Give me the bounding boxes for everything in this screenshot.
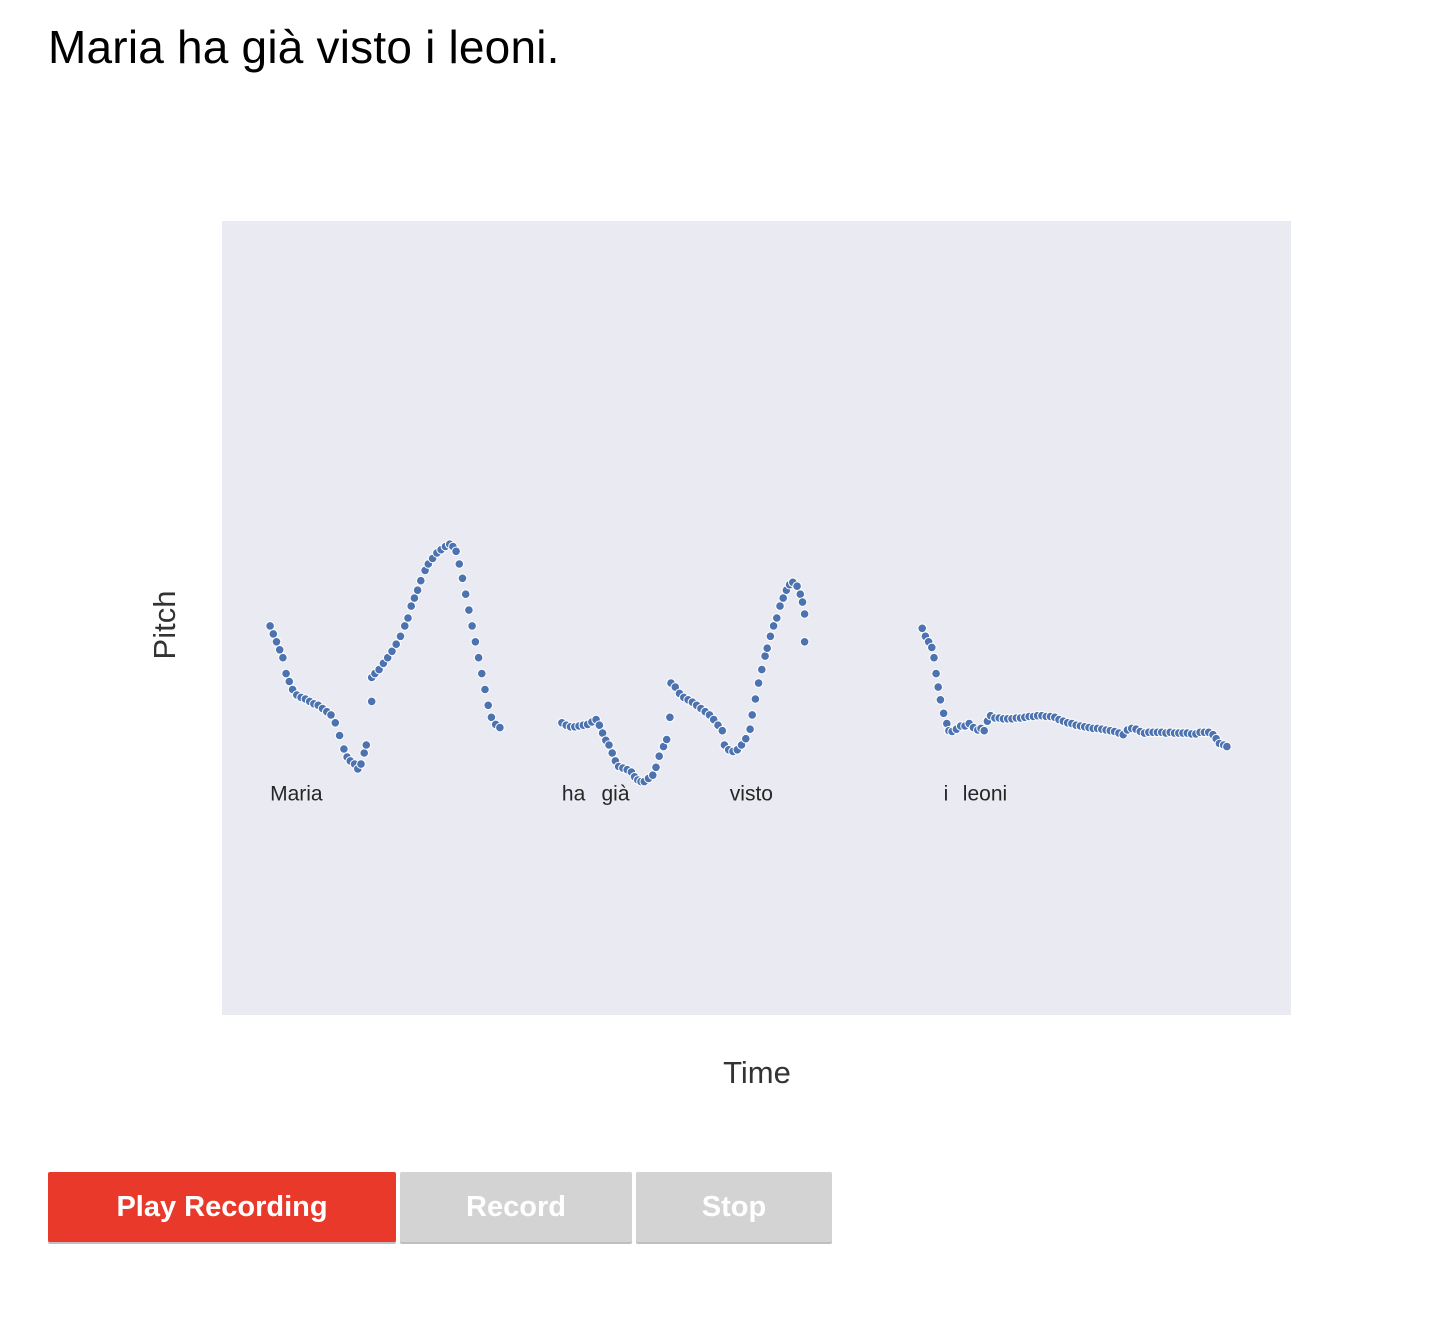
pitch-point bbox=[765, 631, 776, 642]
pitch-point bbox=[281, 668, 291, 679]
pitch-point bbox=[607, 748, 618, 758]
pitch-point bbox=[594, 720, 605, 731]
pitch-point bbox=[467, 621, 477, 631]
pitch-point bbox=[265, 621, 275, 631]
pitch-point bbox=[451, 546, 461, 557]
pitch-point bbox=[406, 601, 417, 611]
pitch-point bbox=[403, 613, 413, 623]
pitch-point bbox=[747, 710, 758, 720]
pitch-point bbox=[933, 682, 944, 692]
pitch-point bbox=[717, 725, 728, 736]
pitch-point bbox=[938, 708, 949, 719]
control-buttons: Play Recording Record Stop bbox=[48, 1172, 832, 1242]
pitch-point bbox=[665, 712, 675, 723]
pitch-point bbox=[753, 678, 764, 688]
pitch-point bbox=[464, 605, 474, 615]
pitch-point bbox=[778, 593, 789, 603]
pitch-point bbox=[495, 722, 505, 733]
word-label: già bbox=[602, 783, 630, 806]
pitch-point bbox=[757, 664, 767, 675]
record-button[interactable]: Record bbox=[400, 1172, 632, 1242]
pitch-point bbox=[927, 642, 937, 653]
pitch-point bbox=[772, 613, 782, 623]
pitch-point bbox=[284, 676, 295, 687]
pitch-point bbox=[760, 651, 770, 661]
pitch-point bbox=[979, 725, 990, 736]
pitch-point bbox=[359, 748, 370, 758]
pitch-point bbox=[454, 559, 465, 569]
pitch-point bbox=[278, 652, 288, 663]
pitch-point bbox=[797, 597, 808, 607]
pitch-point bbox=[330, 718, 341, 728]
pitch-point bbox=[473, 652, 484, 663]
stop-button[interactable]: Stop bbox=[636, 1172, 832, 1242]
pitch-point bbox=[741, 733, 751, 744]
pitch-point bbox=[470, 637, 481, 647]
pitch-point bbox=[366, 696, 377, 707]
word-label: i bbox=[944, 783, 949, 806]
pitch-point bbox=[651, 762, 661, 773]
y-axis-label: Pitch bbox=[147, 591, 182, 660]
play-recording-button[interactable]: Play Recording bbox=[48, 1172, 396, 1242]
pitch-point bbox=[648, 770, 658, 781]
pitch-point bbox=[356, 759, 366, 769]
x-axis-label: Time bbox=[723, 1055, 791, 1090]
pitch-point bbox=[768, 621, 779, 631]
pitch-point bbox=[460, 589, 471, 600]
pitch-point bbox=[274, 645, 285, 655]
pitch-point bbox=[931, 668, 941, 679]
pitch-point bbox=[799, 637, 810, 647]
pitch-point bbox=[391, 639, 402, 650]
word-label: visto bbox=[730, 783, 773, 806]
pitch-point bbox=[750, 694, 761, 704]
pitch-plot: Maria ha già visto i leoni Pitch Time bbox=[147, 221, 1291, 1090]
pitch-point bbox=[395, 631, 406, 642]
pitch-point bbox=[762, 643, 773, 654]
pitch-point bbox=[361, 740, 372, 750]
plot-area bbox=[222, 221, 1291, 1015]
pitch-point bbox=[339, 744, 349, 754]
word-label: Maria bbox=[270, 783, 323, 806]
pitch-point bbox=[477, 668, 487, 679]
pitch-point bbox=[799, 609, 810, 619]
pitch-point bbox=[483, 700, 494, 711]
pitch-point bbox=[792, 581, 802, 592]
pitch-point bbox=[271, 637, 282, 647]
pitch-point bbox=[412, 585, 423, 596]
pitch-point bbox=[795, 589, 806, 600]
pitch-point bbox=[480, 684, 490, 695]
pitch-point bbox=[457, 573, 468, 584]
pitch-point bbox=[775, 601, 785, 611]
pitch-point bbox=[416, 575, 426, 586]
pitch-point bbox=[604, 740, 614, 750]
word-label: ha bbox=[562, 783, 586, 806]
pitch-point bbox=[917, 623, 928, 634]
word-label: leoni bbox=[963, 783, 1007, 806]
pitch-point bbox=[661, 734, 672, 745]
pitch-point bbox=[409, 593, 420, 603]
pitch-point bbox=[268, 629, 279, 639]
pitch-point bbox=[326, 710, 336, 720]
pitch-point bbox=[654, 751, 665, 762]
pitch-point bbox=[334, 730, 345, 741]
pitch-point bbox=[400, 621, 410, 631]
pitch-point bbox=[929, 652, 939, 663]
pitch-point bbox=[1222, 741, 1232, 752]
pitch-point bbox=[745, 724, 755, 735]
pitch-point bbox=[935, 695, 946, 705]
